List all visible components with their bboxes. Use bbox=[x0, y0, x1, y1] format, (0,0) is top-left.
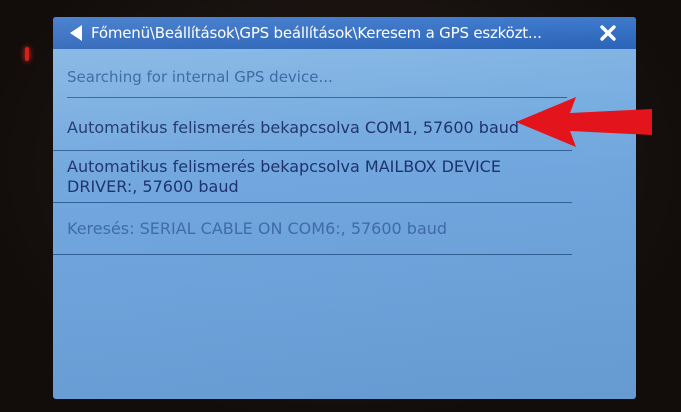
power-led bbox=[25, 47, 29, 61]
search-status: Searching for internal GPS device... bbox=[67, 57, 567, 98]
breadcrumb-title: Főmenü\Beállítások\GPS beállítások\Keres… bbox=[91, 24, 542, 42]
close-icon bbox=[599, 24, 617, 42]
list-item-label: Keresés: SERIAL CABLE ON COM6:, 57600 ba… bbox=[67, 218, 448, 238]
list-item-mailbox-driver[interactable]: Automatikus felismerés bekapcsolva MAILB… bbox=[53, 151, 572, 203]
device-photo: Főmenü\Beállítások\GPS beállítások\Keres… bbox=[0, 0, 681, 412]
gps-screen: Főmenü\Beállítások\GPS beállítások\Keres… bbox=[53, 17, 636, 399]
back-arrow-icon bbox=[69, 24, 83, 42]
red-arrow-annotation bbox=[514, 95, 654, 149]
list-item-label: Automatikus felismerés bekapcsolva COM1,… bbox=[67, 117, 520, 137]
list-item-com1[interactable]: Automatikus felismerés bekapcsolva COM1,… bbox=[53, 105, 572, 151]
title-bar: Főmenü\Beállítások\GPS beállítások\Keres… bbox=[53, 17, 636, 49]
close-button[interactable] bbox=[588, 17, 628, 49]
list-item-serial-cable-com6[interactable]: Keresés: SERIAL CABLE ON COM6:, 57600 ba… bbox=[53, 203, 572, 255]
search-status-text: Searching for internal GPS device... bbox=[67, 68, 333, 86]
back-button[interactable] bbox=[61, 17, 91, 49]
list-item-label: Automatikus felismerés bekapcsolva MAILB… bbox=[67, 156, 501, 196]
